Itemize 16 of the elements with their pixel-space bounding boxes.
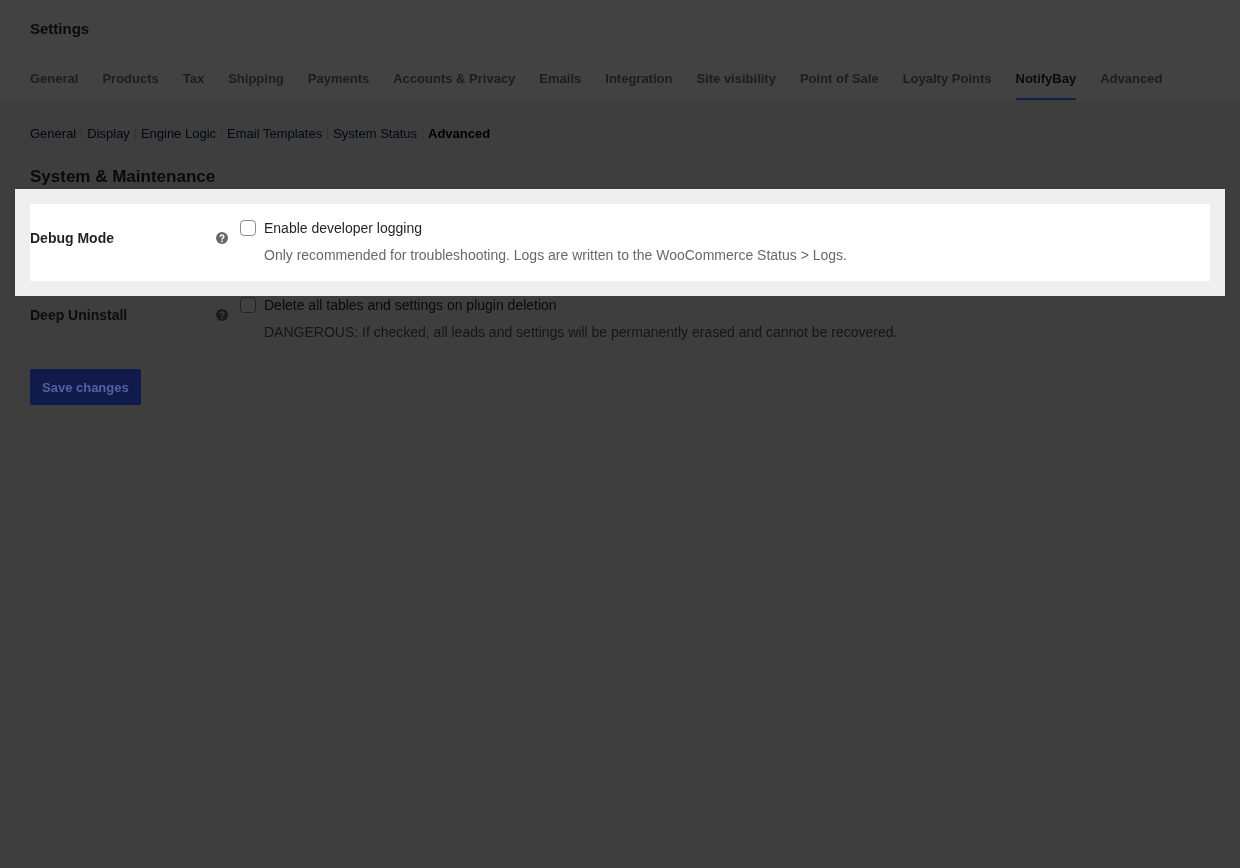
section-link[interactable]: Engine Logic: [140, 126, 217, 142]
save-button[interactable]: Save changes: [30, 369, 141, 405]
checkbox-label[interactable]: Enable developer logging: [264, 218, 422, 238]
section-link[interactable]: System Status: [333, 126, 417, 142]
section-link[interactable]: General: [30, 126, 77, 142]
page-title: Settings: [30, 20, 90, 38]
setting-description: Only recommended for troubleshooting. Logs are written to the WooCommerce Status > Logs.: [264, 247, 847, 263]
checkbox[interactable]: [240, 220, 256, 236]
help-icon: [216, 309, 228, 321]
current-section[interactable]: Advanced: [428, 126, 491, 142]
setting-label: Debug Mode: [30, 230, 114, 246]
section-link[interactable]: Display: [87, 126, 130, 142]
help-icon: [216, 232, 228, 244]
section-link[interactable]: Email Templates: [227, 126, 323, 142]
tab[interactable]: NotifyBay: [1015, 70, 1077, 100]
checkbox[interactable]: [240, 297, 256, 313]
